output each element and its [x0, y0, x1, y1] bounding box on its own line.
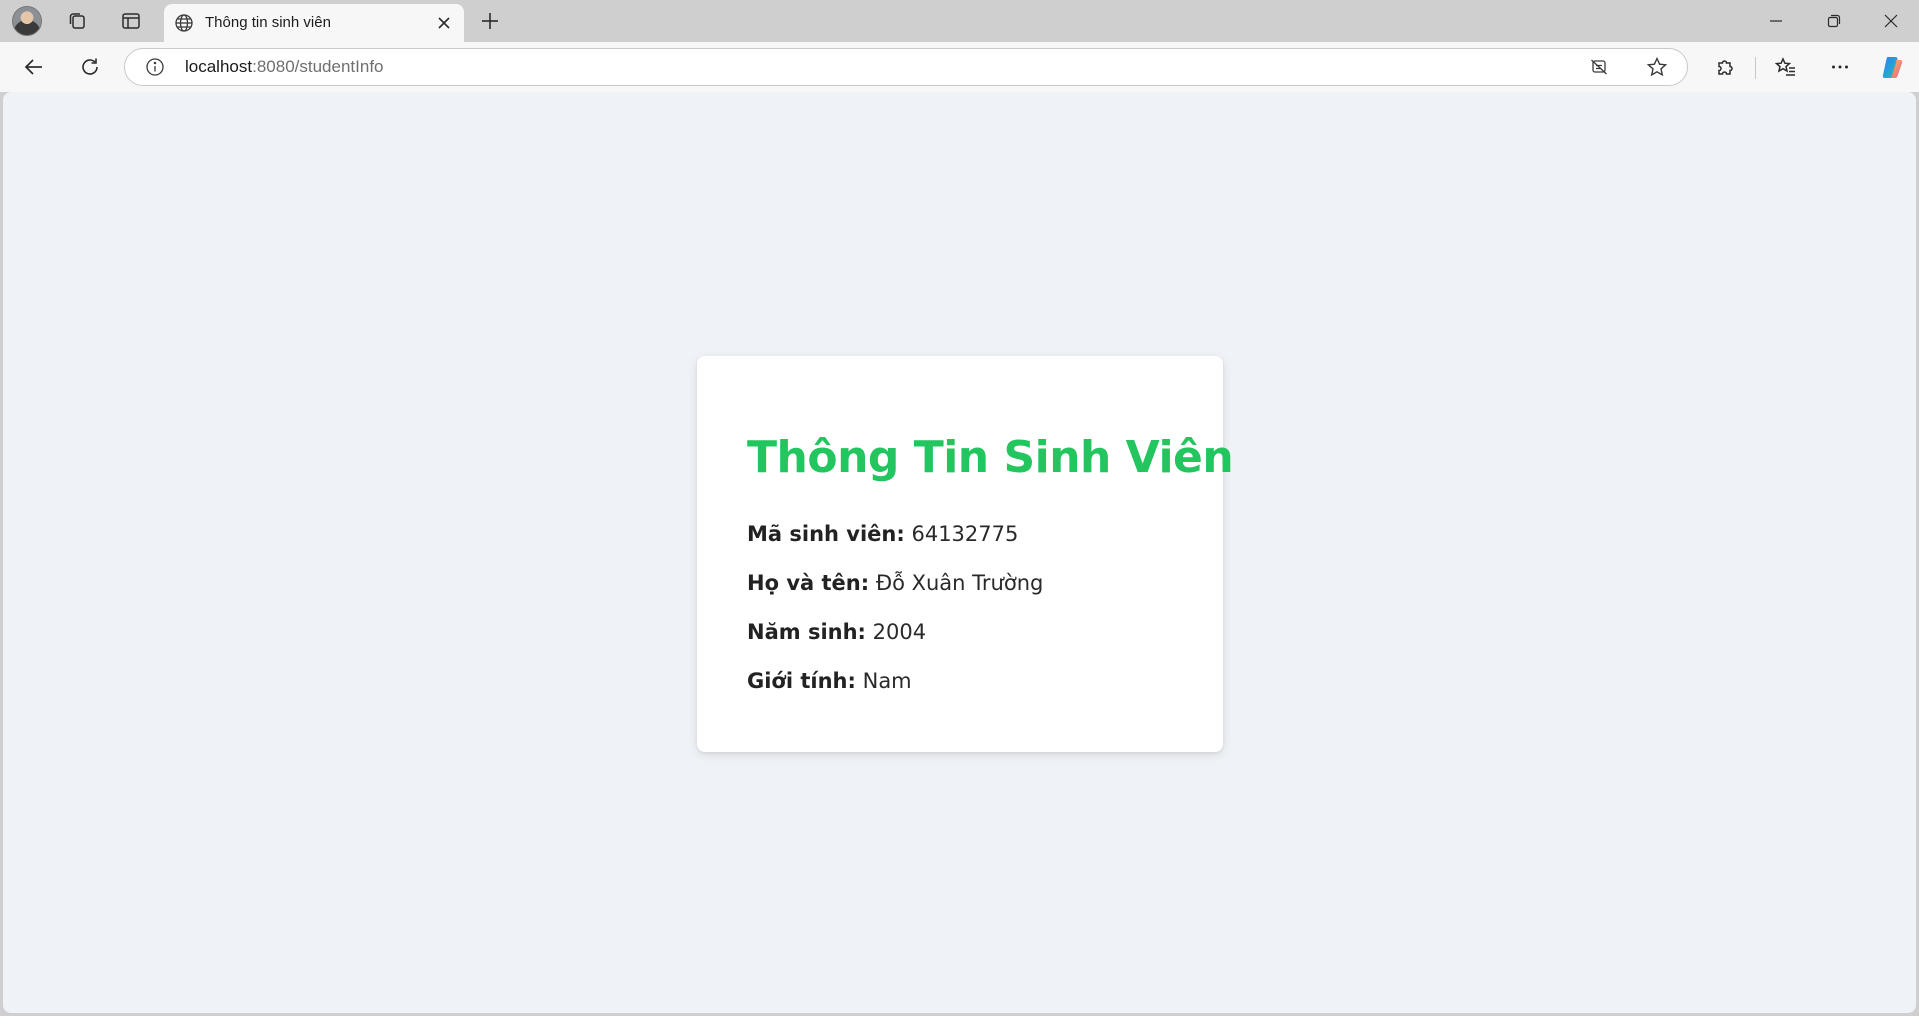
url-host: localhost [185, 57, 253, 76]
copilot-icon[interactable] [1875, 49, 1911, 85]
tracking-prevention-icon[interactable] [1587, 55, 1611, 79]
info-icon[interactable] [145, 57, 165, 77]
page-viewport: Thông Tin Sinh Viên Mã sinh viên: 641327… [3, 92, 1916, 1013]
favorites-icon[interactable] [1768, 49, 1804, 85]
globe-icon [174, 13, 194, 33]
full-name-row: Họ và tên: Đỗ Xuân Trường [747, 571, 1043, 595]
gender-value: Nam [862, 669, 912, 693]
address-bar[interactable]: localhost:8080/studentInfo [124, 48, 1688, 86]
student-info-card: Thông Tin Sinh Viên Mã sinh viên: 641327… [697, 356, 1234, 752]
page-title: Thông Tin Sinh Viên [747, 432, 1234, 483]
full-name-value: Đỗ Xuân Trường [875, 571, 1044, 595]
close-window-icon[interactable] [1862, 0, 1919, 42]
student-id-value: 64132775 [911, 522, 1019, 546]
url-path: :8080/studentInfo [252, 57, 384, 76]
star-icon[interactable] [1645, 55, 1669, 79]
back-arrow-icon[interactable] [16, 49, 52, 85]
vertical-tabs-icon[interactable] [115, 6, 147, 36]
more-icon[interactable] [1822, 49, 1858, 85]
plus-icon[interactable] [474, 6, 506, 36]
url-text[interactable]: localhost:8080/studentInfo [185, 57, 384, 77]
gender-label: Giới tính: [747, 669, 856, 693]
tab-student-info[interactable]: Thông tin sinh viên [164, 4, 464, 42]
profile-avatar[interactable] [12, 6, 42, 36]
tab-bar: Thông tin sinh viên [0, 0, 1919, 42]
full-name-label: Họ và tên: [747, 571, 870, 595]
puzzle-icon[interactable] [1707, 49, 1743, 85]
birth-year-row: Năm sinh: 2004 [747, 620, 926, 644]
toolbar-divider [1755, 57, 1756, 79]
birth-year-label: Năm sinh: [747, 620, 866, 644]
tab-title: Thông tin sinh viên [205, 14, 331, 31]
collections-icon[interactable] [61, 6, 93, 36]
birth-year-value: 2004 [872, 620, 927, 644]
gender-row: Giới tính: Nam [747, 669, 912, 693]
close-icon[interactable] [432, 11, 456, 35]
refresh-icon[interactable] [72, 49, 108, 85]
student-id-label: Mã sinh viên: [747, 522, 905, 546]
minimize-icon[interactable] [1747, 0, 1805, 42]
restore-icon[interactable] [1805, 0, 1863, 42]
browser-toolbar: localhost:8080/studentInfo [0, 42, 1919, 92]
student-id-row: Mã sinh viên: 64132775 [747, 522, 1018, 546]
